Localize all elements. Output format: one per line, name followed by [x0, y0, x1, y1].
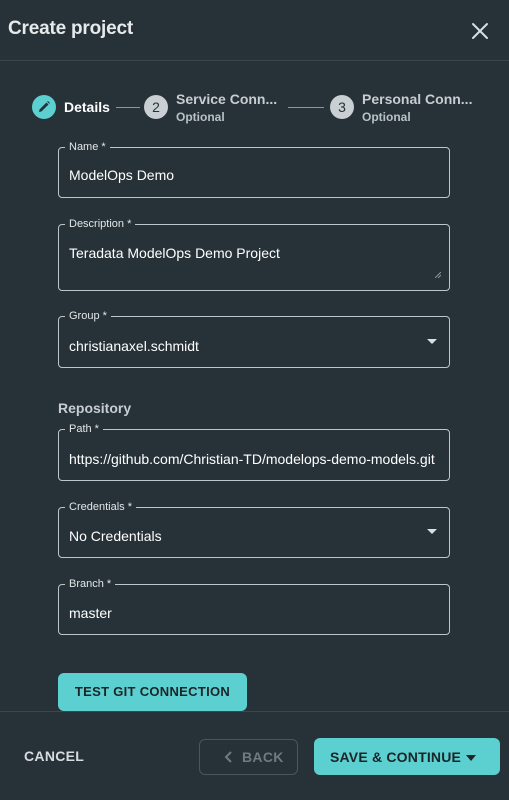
path-field[interactable]: Path * https://github.com/Christian-TD/m… [58, 422, 450, 481]
name-label: Name * [65, 140, 110, 154]
back-button[interactable]: BACK [199, 739, 298, 775]
close-icon[interactable] [470, 21, 490, 41]
dialog-footer: CANCEL BACK SAVE & CONTINUE [0, 711, 509, 800]
path-value[interactable]: https://github.com/Christian-TD/modelops… [69, 451, 441, 467]
dialog-title: Create project [8, 18, 133, 39]
save-continue-button[interactable]: SAVE & CONTINUE [314, 738, 500, 775]
group-select[interactable]: Group * christianaxel.schmidt [58, 309, 450, 368]
pencil-icon [39, 101, 50, 112]
save-continue-label: SAVE & CONTINUE [330, 749, 462, 765]
dropdown-arrow-icon[interactable] [427, 529, 437, 534]
repository-heading: Repository [58, 400, 132, 416]
branch-field[interactable]: Branch * master [58, 577, 450, 635]
step-3-indicator[interactable]: 3 [330, 95, 354, 119]
credentials-select[interactable]: Credentials * No Credentials [58, 500, 450, 558]
step-3-sublabel: Optional [362, 110, 411, 124]
description-label: Description * [65, 217, 136, 231]
back-label: BACK [242, 749, 284, 765]
step-1-label: Details [64, 99, 110, 115]
step-3-label: Personal Conn... [362, 91, 473, 107]
resize-handle-icon[interactable] [435, 272, 441, 278]
step-2-label: Service Conn... [176, 91, 278, 107]
step-2-indicator[interactable]: 2 [144, 95, 168, 119]
dialog-header: Create project [0, 0, 509, 61]
name-value[interactable]: ModelOps Demo [69, 167, 174, 183]
group-value: christianaxel.schmidt [69, 338, 199, 354]
caret-down-icon[interactable] [466, 755, 476, 761]
description-field[interactable]: Description * Teradata ModelOps Demo Pro… [58, 217, 450, 291]
cancel-button[interactable]: CANCEL [24, 748, 84, 764]
description-value[interactable]: Teradata ModelOps Demo Project [69, 245, 280, 261]
step-2-sublabel: Optional [176, 110, 225, 124]
branch-value[interactable]: master [69, 605, 112, 621]
test-git-connection-button[interactable]: TEST GIT CONNECTION [58, 673, 247, 711]
credentials-value: No Credentials [69, 528, 162, 544]
branch-label: Branch * [65, 577, 116, 591]
step-1-indicator[interactable] [32, 95, 56, 119]
chevron-left-icon [224, 751, 232, 763]
step-connector [288, 107, 324, 108]
credentials-label: Credentials * [65, 500, 136, 514]
path-label: Path * [65, 422, 103, 436]
group-label: Group * [65, 309, 111, 323]
dropdown-arrow-icon[interactable] [427, 339, 437, 344]
name-field[interactable]: Name * ModelOps Demo [58, 140, 450, 198]
step-connector [116, 107, 140, 108]
